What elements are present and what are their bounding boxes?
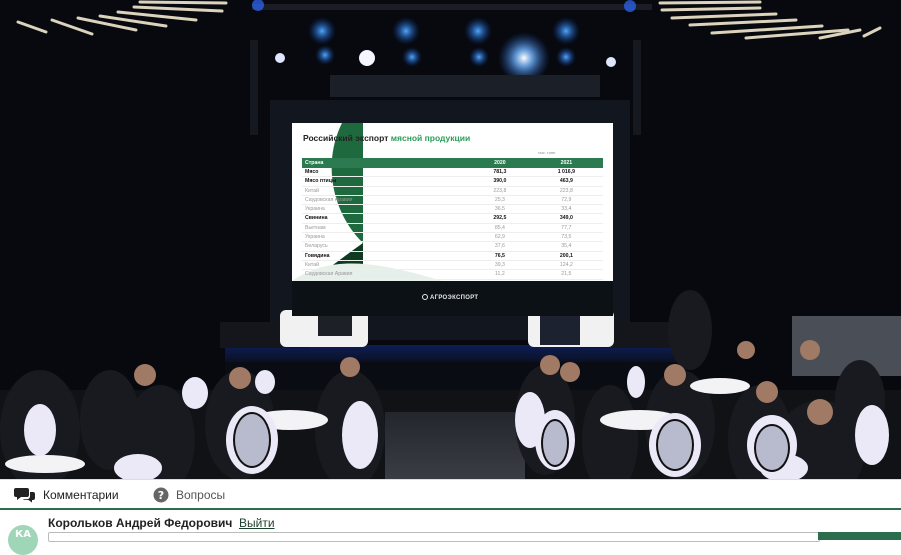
cell-2021: 124,2 [529,260,603,271]
table-row: Говядина 76,5 200,1 [302,251,603,261]
cell-2020: 223,8 [470,186,530,196]
chat-bubbles-icon [14,488,35,503]
cell-2020: 25,3 [470,195,530,206]
table-row: Вьетнам 85,4 77,7 [302,223,603,234]
comment-input[interactable] [48,532,820,542]
export-table: Страна 2020 2021 Мясо 781,3 1 016,9 Мясо пт… [302,158,603,281]
table-row: Китай 223,8 223,8 [302,186,603,196]
cell-country: Мясо птицы [302,176,471,187]
video-player[interactable]: Российский экспорт мясной продукции тыс.… [0,0,901,479]
column-header-2021: 2021 [529,158,603,168]
table-row: Свинина 292,5 349,0 [302,213,603,224]
cell-2021: 223,8 [529,186,603,196]
cell-2021: 33,4 [529,204,603,215]
question-circle-icon: ? [153,487,169,503]
cell-country: Китай [302,260,471,271]
cell-country: Вьетнам [302,223,471,234]
send-button[interactable] [818,532,901,540]
table-body: Мясо 781,3 1 016,9 Мясо птицы 390,0 463,9 Кита… [302,168,603,281]
cell-2020: 76,5 [470,251,530,261]
slide-title-main: Российский экспорт [303,133,389,143]
cell-country: Украина [302,204,471,215]
table-row: Саудовская Аравия 11,2 21,5 [302,269,603,280]
column-header-2020: 2020 [470,158,530,168]
cell-2020: 39,3 [470,260,530,271]
svg-text:?: ? [158,489,164,502]
cell-2020: 390,0 [470,176,530,187]
table-header-row: Страна 2020 2021 [302,158,603,168]
cell-country: Свинина [302,213,471,224]
chat-tabs: Комментарии ? Вопросы [0,479,901,510]
table-row: Украина 36,5 33,4 [302,204,603,215]
cell-2021: 35,4 [529,241,603,252]
cell-2021: 77,7 [529,223,603,234]
cell-country: Говядина [302,251,471,261]
cell-2020: 292,5 [470,213,530,224]
tab-comments[interactable]: Комментарии [14,480,119,510]
presentation-slide: Российский экспорт мясной продукции тыс.… [292,123,613,281]
table-row: Мясо птицы 390,0 463,9 [302,176,603,187]
cell-country: Беларусь [302,241,471,252]
cell-country: Мясо [302,168,471,178]
cell-2021: 73,5 [529,232,603,243]
brand-mark-icon [422,294,428,300]
comment-form: КА Корольков Андрей Федорович Выйти [0,510,901,555]
cell-2020: 781,3 [470,168,530,178]
slide-title: Российский экспорт мясной продукции [303,133,470,143]
cell-2020: 11,2 [470,269,530,280]
logout-link[interactable]: Выйти [239,516,275,530]
table-row: Саудовская Аравия 25,3 72,9 [302,195,603,206]
tab-questions[interactable]: ? Вопросы [153,480,225,510]
column-header-country: Страна [302,158,471,168]
table-row: Китай 39,3 124,2 [302,260,603,271]
cell-2021: 72,9 [529,195,603,206]
cell-2021: 200,1 [529,251,603,261]
tab-questions-label: Вопросы [176,488,226,502]
table-row: Мясо 781,3 1 016,9 [302,168,603,178]
cell-country: Саудовская Аравия [302,195,471,206]
cell-2020: 62,9 [470,232,530,243]
cell-2020: 85,4 [470,223,530,234]
slide-unit: тыс. тонн [538,150,556,155]
brand-logo: АГРОЭКСПОРТ [422,294,478,301]
cell-country: Саудовская Аравия [302,269,471,280]
cell-2020: 37,6 [470,241,530,252]
user-name: Корольков Андрей Федорович [48,516,233,530]
brand-name: АГРОЭКСПОРТ [430,295,479,301]
cell-2021: 349,0 [529,213,603,224]
stage-screen-footer: АГРОЭКСПОРТ [292,281,613,316]
slide-title-accent: мясной продукции [390,133,471,143]
cell-country: Украина [302,232,471,243]
cell-2021: 463,9 [529,176,603,187]
cell-2021: 1 016,9 [529,168,603,178]
cell-2020: 36,5 [470,204,530,215]
cell-2021: 21,5 [529,269,603,280]
avatar: КА [8,525,38,555]
table-row: Украина 62,9 73,5 [302,232,603,243]
cell-country: Китай [302,186,471,196]
table-row: Беларусь 37,6 35,4 [302,241,603,252]
tab-comments-label: Комментарии [43,488,119,502]
